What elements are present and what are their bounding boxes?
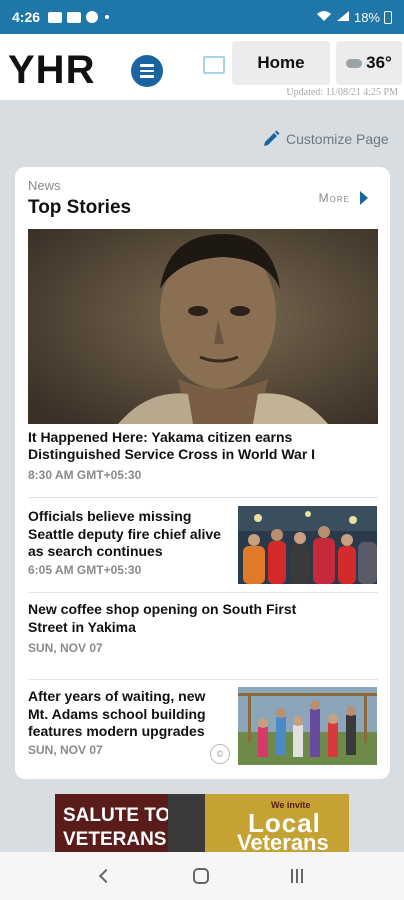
instagram-icon — [86, 11, 99, 23]
more-label: More — [318, 191, 350, 205]
story-headline[interactable]: Officials believe missing Seattle deputy… — [28, 508, 228, 561]
signal-icon — [336, 10, 350, 25]
top-stories-card: News Top Stories More It Happened Here: … — [15, 167, 390, 779]
story-headline[interactable]: It Happened Here: Yakama citizen earns D… — [28, 429, 378, 463]
recent-apps-icon[interactable] — [291, 869, 303, 883]
ad-line: VETERANS — [63, 829, 167, 850]
back-icon[interactable] — [98, 868, 114, 884]
customize-label: Customize Page — [286, 131, 389, 147]
temperature: 36° — [366, 53, 392, 72]
ad-photo — [168, 794, 208, 852]
divider — [28, 592, 378, 593]
wifi-icon — [316, 10, 332, 25]
battery-percent: 18% — [353, 9, 380, 25]
list-item[interactable]: After years of waiting, new Mt. Adams sc… — [28, 688, 218, 757]
divider — [28, 497, 378, 498]
story-timestamp: SUN, NOV 07 — [28, 641, 103, 655]
ad-right-panel: We invite Local Veterans — [205, 794, 349, 852]
updated-timestamp: Updated: 11/08/21 4:25 PM — [286, 87, 398, 98]
section-kicker: News — [28, 178, 61, 193]
story-timestamp: 8:30 AM GMT+05:30 — [28, 468, 142, 482]
youtube-icon — [48, 11, 63, 23]
menu-button[interactable] — [131, 55, 163, 87]
more-link[interactable]: More — [319, 191, 368, 205]
status-time: 4:26 — [12, 9, 41, 25]
ad-banner[interactable]: SALUTE TO VETERANS We invite Local Veter… — [55, 794, 349, 852]
cloud-icon — [346, 58, 363, 68]
ad-left-text: SALUTE TO VETERANS — [63, 804, 170, 852]
list-item[interactable]: New coffee shop opening on South First S… — [28, 601, 318, 655]
story-thumbnail[interactable] — [238, 506, 377, 584]
mail-icon — [67, 11, 82, 23]
ad-line: SALUTE TO — [63, 805, 171, 826]
ad-big-text: Veterans — [237, 830, 329, 852]
site-logo[interactable]: YHR — [8, 48, 95, 93]
app-header: YHR Home 36° Updated: 11/08/21 4:25 PM — [0, 34, 404, 100]
home-button[interactable]: Home — [232, 41, 330, 85]
story-timestamp: 6:05 AM GMT+05:30 — [28, 562, 142, 577]
menu-icon — [140, 64, 154, 67]
story-headline[interactable]: After years of waiting, new Mt. Adams sc… — [28, 688, 218, 741]
ad-choices-icon[interactable]: © — [210, 744, 230, 764]
hero-image[interactable] — [28, 229, 378, 424]
home-icon[interactable] — [193, 868, 209, 884]
chevron-right-icon — [360, 191, 368, 205]
customize-page-link[interactable]: Customize Page — [262, 130, 389, 148]
pencil-icon — [264, 130, 280, 146]
battery-icon — [384, 10, 392, 24]
story-thumbnail[interactable] — [238, 687, 377, 765]
story-headline[interactable]: New coffee shop opening on South First S… — [28, 601, 318, 636]
system-nav-bar — [0, 852, 404, 900]
list-item[interactable]: Officials believe missing Seattle deputy… — [28, 508, 228, 577]
notification-dot-icon — [105, 15, 110, 19]
weather-button[interactable]: 36° — [336, 41, 402, 85]
story-timestamp: SUN, NOV 07 — [28, 742, 103, 757]
cast-icon[interactable] — [203, 56, 225, 74]
divider — [28, 679, 378, 680]
status-bar: 4:26 18% — [0, 0, 404, 34]
section-title: Top Stories — [28, 197, 132, 218]
